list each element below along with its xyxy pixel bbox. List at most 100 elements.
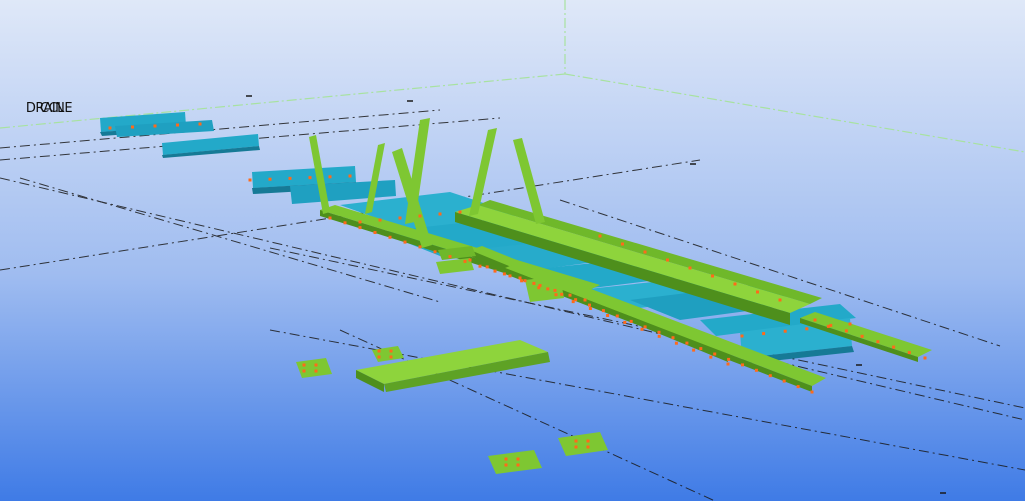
- bolt-marker-icon: [685, 341, 689, 345]
- bolt-marker-icon: [598, 234, 602, 238]
- bolt-marker-icon: [643, 325, 647, 329]
- bolt-marker-icon: [314, 363, 318, 367]
- bolt-marker-icon: [516, 457, 520, 461]
- bolt-marker-icon: [754, 368, 758, 372]
- bolt-marker-icon: [643, 250, 647, 254]
- bolt-marker-icon: [377, 355, 381, 359]
- bolt-marker-icon: [601, 309, 605, 313]
- bolt-marker-icon: [478, 264, 482, 268]
- bolt-marker-icon: [810, 390, 814, 394]
- bolt-marker-icon: [796, 385, 800, 389]
- bolt-marker-icon: [574, 439, 578, 443]
- bolt-marker-icon: [583, 298, 587, 302]
- bolt-marker-icon: [373, 231, 377, 234]
- bolt-marker-icon: [418, 214, 422, 218]
- bolt-marker-icon: [783, 329, 787, 333]
- bolt-marker-icon: [699, 347, 703, 351]
- bolt-marker-icon: [523, 279, 527, 283]
- bolt-marker-icon: [248, 178, 252, 182]
- bolt-marker-icon: [586, 439, 590, 443]
- bolt-marker-icon: [468, 258, 472, 262]
- bolt-marker-icon: [328, 216, 332, 220]
- bolt-marker-icon: [302, 363, 306, 367]
- bolt-marker-icon: [553, 288, 557, 292]
- bolt-marker-icon: [727, 357, 731, 361]
- bolt-marker-icon: [343, 221, 347, 225]
- bolt-marker-icon: [504, 457, 508, 461]
- bolt-marker-icon: [674, 341, 678, 345]
- bolt-marker-icon: [756, 290, 759, 294]
- bolt-marker-icon: [892, 345, 896, 349]
- bolt-marker-icon: [518, 276, 522, 280]
- bolt-marker-icon: [813, 318, 817, 322]
- bolt-marker-icon: [554, 293, 558, 297]
- bolt-marker-icon: [348, 174, 352, 178]
- bolt-marker-icon: [403, 240, 407, 244]
- bolt-marker-icon: [358, 226, 362, 230]
- bolt-marker-icon: [302, 369, 306, 373]
- bolt-marker-icon: [586, 445, 590, 449]
- bolt-marker-icon: [537, 286, 541, 290]
- bolt-marker-icon: [762, 332, 766, 336]
- bolt-marker-icon: [860, 334, 864, 338]
- bolt-marker-icon: [502, 272, 506, 276]
- bolt-marker-icon: [568, 293, 572, 297]
- bolt-marker-icon: [448, 255, 452, 259]
- bolt-marker-icon: [131, 125, 134, 129]
- bolt-marker-icon: [485, 265, 489, 269]
- bolt-marker-icon: [516, 463, 520, 467]
- bolt-marker-icon: [907, 351, 911, 355]
- bolt-marker-icon: [876, 340, 880, 344]
- bolt-marker-icon: [520, 279, 524, 283]
- bolt-marker-icon: [768, 374, 772, 378]
- bolt-marker-icon: [504, 463, 508, 467]
- bolt-marker-icon: [378, 218, 382, 222]
- bolt-marker-icon: [615, 314, 619, 318]
- bolt-marker-icon: [438, 212, 442, 216]
- bolt-marker-icon: [288, 176, 292, 180]
- 3d-model-viewport[interactable]: CCLDRAINE: [0, 0, 1025, 501]
- bolt-marker-icon: [923, 356, 927, 360]
- bolt-marker-icon: [389, 349, 393, 353]
- bolt-marker-icon: [623, 320, 627, 324]
- bolt-marker-icon: [629, 319, 633, 323]
- bolt-marker-icon: [666, 258, 669, 262]
- bolt-marker-icon: [574, 298, 578, 302]
- bolt-marker-icon: [176, 123, 179, 127]
- bolt-marker-icon: [778, 298, 782, 302]
- bolt-marker-icon: [388, 235, 392, 239]
- bolt-marker-icon: [671, 336, 675, 340]
- bolt-marker-icon: [398, 216, 402, 220]
- bolt-marker-icon: [826, 324, 830, 328]
- bolt-marker-icon: [458, 210, 462, 214]
- bolt-marker-icon: [640, 327, 644, 331]
- bolt-marker-icon: [314, 369, 318, 373]
- bolt-marker-icon: [688, 266, 692, 270]
- bolt-marker-icon: [692, 348, 696, 352]
- bolt-marker-icon: [657, 334, 661, 338]
- bolt-marker-icon: [377, 349, 381, 353]
- bolt-marker-icon: [844, 329, 848, 333]
- bolt-marker-icon: [463, 259, 467, 263]
- bolt-marker-icon: [418, 245, 422, 249]
- bolt-marker-icon: [433, 250, 437, 254]
- bolt-marker-icon: [358, 220, 362, 224]
- bolt-marker-icon: [733, 282, 737, 286]
- bolt-marker-icon: [268, 177, 272, 181]
- bolt-marker-icon: [508, 274, 512, 278]
- bolt-marker-icon: [606, 314, 610, 317]
- bolt-marker-icon: [588, 307, 592, 310]
- bolt-marker-icon: [546, 287, 550, 291]
- bolt-marker-icon: [493, 269, 497, 273]
- bolt-marker-icon: [782, 379, 786, 383]
- bolt-marker-icon: [848, 322, 852, 326]
- bolt-marker-icon: [198, 122, 202, 126]
- steel-model-scene[interactable]: [0, 0, 1025, 501]
- bolt-marker-icon: [740, 334, 744, 338]
- bolt-marker-icon: [574, 445, 578, 449]
- bolt-marker-icon: [532, 281, 536, 285]
- plate: [525, 276, 564, 302]
- bolt-marker-icon: [657, 330, 661, 334]
- bolt-marker-icon: [308, 176, 312, 180]
- bolt-marker-icon: [711, 274, 714, 278]
